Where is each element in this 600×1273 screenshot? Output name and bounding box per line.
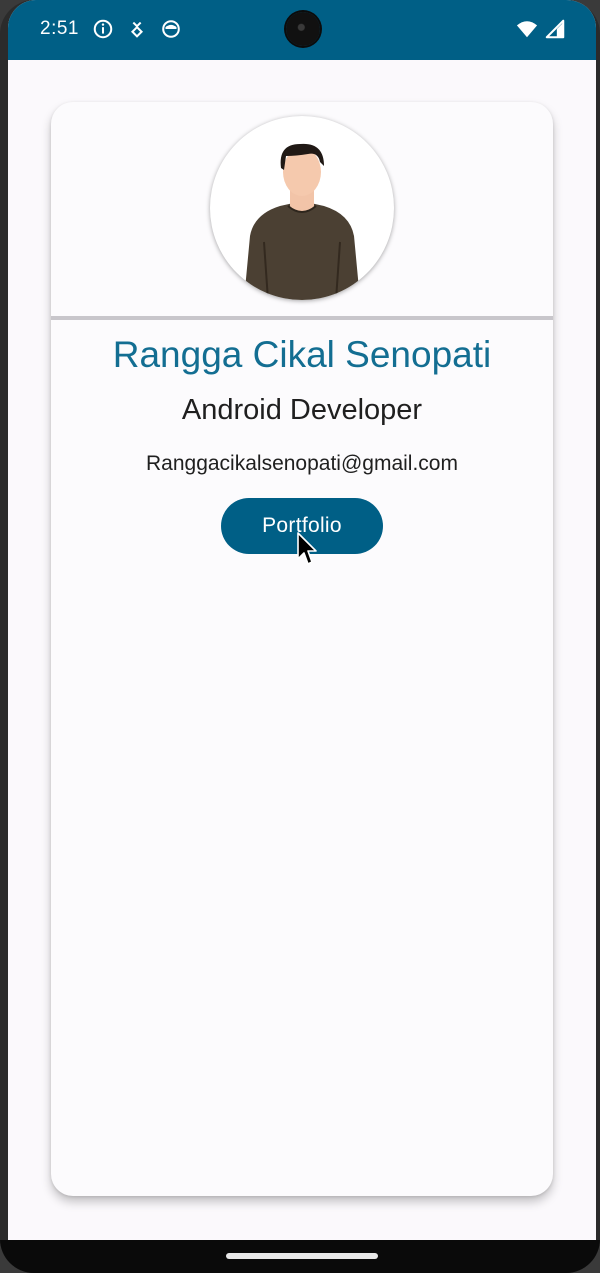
profile-role: Android Developer [181,394,423,426]
device-frame: 2:51 Rangga Cikal Senopati Android Devel… [0,0,600,1273]
header-divider [51,316,553,320]
profile-card: Rangga Cikal Senopati Android Developer … [51,102,553,1196]
wifi-icon [516,21,538,38]
profile-email: Ranggacikalsenopati@gmail.com [146,452,458,475]
front-camera [286,12,320,46]
status-icons-left [92,18,182,40]
cellular-signal-icon [545,19,565,39]
info-icon [93,19,113,39]
status-icons-right [516,18,566,40]
status-bar: 2:51 [8,0,596,60]
profile-name: Rangga Cikal Senopati [112,334,492,375]
app-notification-icon [162,20,180,38]
app-screen: 2:51 Rangga Cikal Senopati Android Devel… [8,0,596,1240]
navigation-bar [0,1240,600,1273]
home-gesture-handle[interactable] [226,1253,378,1259]
status-time: 2:51 [40,18,79,39]
mouse-cursor-icon [297,532,317,565]
download-notification-icon [130,21,144,38]
avatar [210,116,394,300]
person-avatar-icon [244,143,360,300]
